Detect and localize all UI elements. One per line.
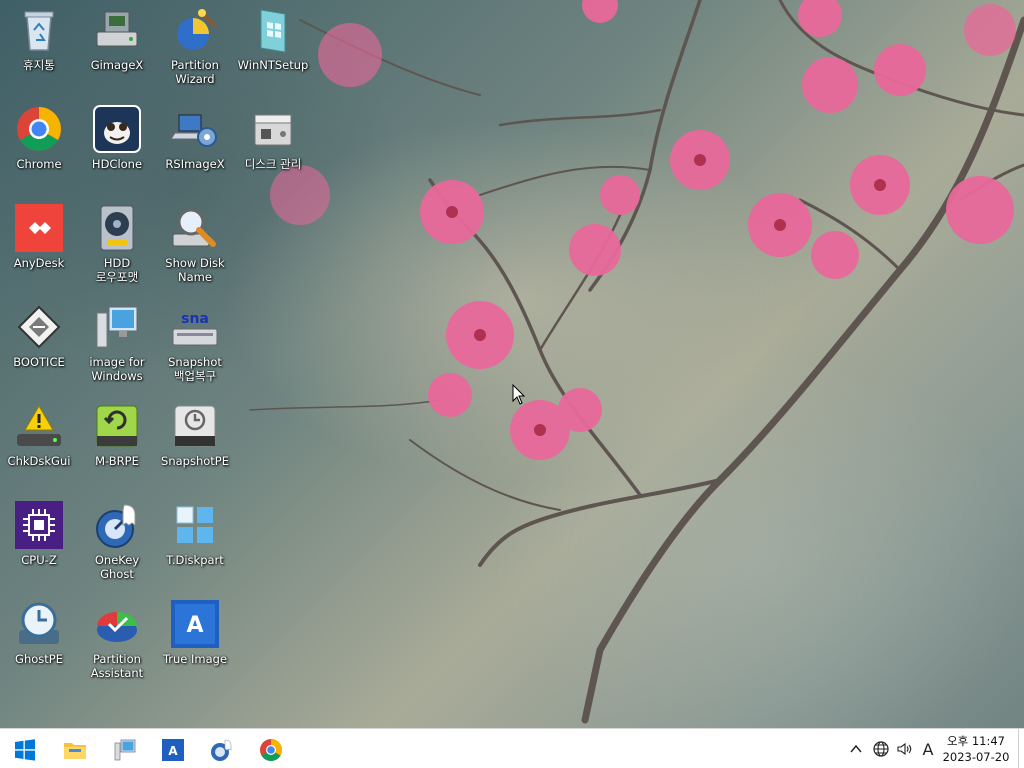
cpu-z-icon [15,501,63,549]
snapshot-backup-label: Snapshot 백업복구 [168,355,222,383]
speaker-icon [897,742,912,756]
chrome-taskbar-button[interactable] [254,733,288,767]
t-diskpart-icon [171,501,219,549]
rsimagex-shortcut[interactable]: RSImageX [156,105,234,171]
true-image-shortcut[interactable]: A True Image [156,600,234,666]
winntsetup-shortcut[interactable]: WinNTSetup [234,6,312,72]
clock-date: 2023-07-20 [942,750,1010,764]
file-explorer-button[interactable] [58,733,92,767]
m-brpe-icon [93,402,141,450]
anydesk-shortcut[interactable]: AnyDesk [0,204,78,270]
chrome-shortcut[interactable]: Chrome [0,105,78,171]
ghostpe-icon [15,600,63,648]
hdd-low-format-label: HDD 로우포맷 [95,256,139,284]
windows-logo-icon [15,739,35,761]
onekey-ghost-icon [211,739,232,761]
recycle-bin-label: 휴지통 [23,58,55,72]
image-for-windows-label: image for Windows [89,355,145,383]
chkdskgui-label: ChkDskGui [7,454,71,468]
show-disk-name-shortcut[interactable]: Show Disk Name [156,204,234,284]
onekey-ghost-taskbar-button[interactable] [204,733,238,767]
clock[interactable]: 오후 11:47 2023-07-20 [940,731,1012,767]
snapshotpe-icon [171,402,219,450]
anydesk-label: AnyDesk [13,256,65,270]
onekey-ghost-shortcut[interactable]: OneKey Ghost [78,501,156,581]
image-for-windows-icon [93,303,141,351]
network-button[interactable] [870,729,892,768]
chrome-icon [260,739,282,761]
bootice-icon [15,303,63,351]
true-image-taskbar-button[interactable]: A [156,733,190,767]
recycle-bin-icon [15,6,63,54]
bootice-label: BOOTICE [13,355,65,369]
snapshot-backup-icon: sna [171,303,219,351]
partition-wizard-shortcut[interactable]: Partition Wizard [156,6,234,86]
volume-button[interactable] [894,729,916,768]
ime-indicator[interactable]: A [918,729,938,768]
hdd-low-format-shortcut[interactable]: HDD 로우포맷 [78,204,156,284]
chevron-up-icon [850,744,862,753]
hdd-low-format-icon [93,204,141,252]
m-brpe-shortcut[interactable]: M-BRPE [78,402,156,468]
cpu-z-label: CPU-Z [21,553,57,567]
show-hidden-icons-button[interactable] [846,729,866,768]
snapshot-backup-shortcut[interactable]: sna Snapshot 백업복구 [156,303,234,383]
gimagex-label: GimageX [90,58,144,72]
svg-text:sna: sna [181,311,209,327]
chkdskgui-shortcut[interactable]: ChkDskGui [0,402,78,468]
snapshotpe-label: SnapshotPE [161,454,229,468]
anydesk-icon [15,204,63,252]
svg-text:A: A [186,613,203,638]
chkdskgui-icon [15,402,63,450]
image-for-windows-shortcut[interactable]: image for Windows [78,303,156,383]
partition-assistant-icon [93,600,141,648]
disk-management-icon [249,105,297,153]
image-for-windows-taskbar-button[interactable] [108,733,142,767]
show-disk-name-icon [171,204,219,252]
gimagex-icon [93,6,141,54]
winntsetup-label: WinNTSetup [237,58,309,72]
mouse-cursor-icon [512,384,526,405]
recycle-bin-shortcut[interactable]: 휴지통 [0,6,78,72]
disk-management-label: 디스크 관리 [244,157,302,171]
start-button[interactable] [8,733,42,767]
disk-management-shortcut[interactable]: 디스크 관리 [234,105,312,171]
snapshotpe-shortcut[interactable]: SnapshotPE [156,402,234,468]
hdclone-icon [93,105,141,153]
clock-time: 오후 11:47 [947,734,1005,748]
winntsetup-icon [249,6,297,54]
onekey-ghost-label: OneKey Ghost [94,553,140,581]
taskbar: A A 오후 11:47 2023-07-20 [0,728,1024,768]
true-image-icon: A [171,600,219,648]
rsimagex-icon [171,105,219,153]
true-image-label: True Image [162,652,228,666]
m-brpe-label: M-BRPE [95,454,139,468]
folder-icon [64,743,86,759]
partition-wizard-icon [171,6,219,54]
show-desktop-button[interactable] [1018,729,1024,768]
t-diskpart-shortcut[interactable]: T.Diskpart [156,501,234,567]
cpu-z-shortcut[interactable]: CPU-Z [0,501,78,567]
ghostpe-label: GhostPE [15,652,63,666]
t-diskpart-label: T.Diskpart [166,553,224,567]
gimagex-shortcut[interactable]: GimageX [78,6,156,72]
show-disk-name-label: Show Disk Name [165,256,225,284]
hdclone-label: HDClone [91,157,143,171]
partition-wizard-label: Partition Wizard [171,58,219,86]
ghostpe-shortcut[interactable]: GhostPE [0,600,78,666]
true-image-icon: A [162,739,184,761]
partition-assistant-shortcut[interactable]: Partition Assistant [78,600,156,680]
image-for-windows-icon [114,739,136,761]
onekey-ghost-icon [93,501,141,549]
svg-text:A: A [168,744,178,758]
bootice-shortcut[interactable]: BOOTICE [0,303,78,369]
hdclone-shortcut[interactable]: HDClone [78,105,156,171]
rsimagex-label: RSImageX [165,157,225,171]
globe-network-icon [873,741,889,757]
partition-assistant-label: Partition Assistant [90,652,144,680]
chrome-label: Chrome [16,157,62,171]
chrome-icon [15,105,63,153]
